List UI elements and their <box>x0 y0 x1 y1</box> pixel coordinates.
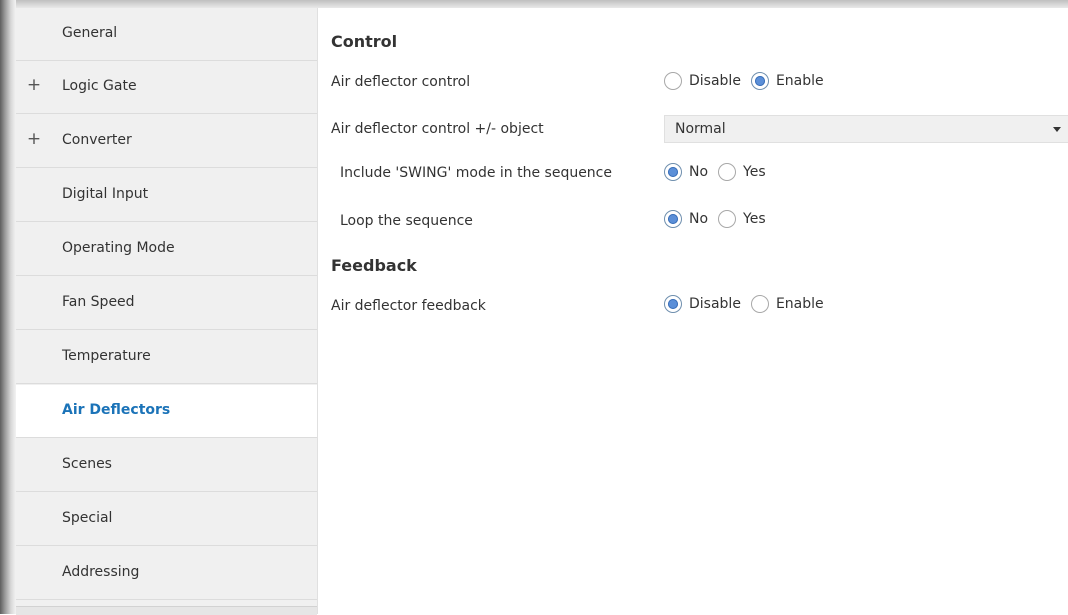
sidebar-item-scenes[interactable]: Scenes <box>16 439 317 492</box>
radio-unchecked-icon[interactable] <box>664 72 682 90</box>
param-label-deflector-control: Air deflector control <box>331 74 471 90</box>
sidebar-item-label: Logic Gate <box>62 78 137 94</box>
radio-group-deflector-feedback: Disable Enable <box>664 295 834 313</box>
sidebar-item-label: Air Deflectors <box>62 402 171 418</box>
sidebar-item-fan-speed[interactable]: Fan Speed <box>16 277 317 330</box>
radio-disable[interactable]: Disable <box>664 72 741 90</box>
radio-label: No <box>689 164 709 180</box>
radio-label: Yes <box>743 211 766 227</box>
sidebar-item-label: Scenes <box>62 456 112 472</box>
radio-yes[interactable]: Yes <box>718 210 766 228</box>
param-label-deflector-feedback: Air deflector feedback <box>331 298 486 314</box>
radio-unchecked-icon[interactable] <box>718 163 737 181</box>
sidebar-item-special[interactable]: Special <box>16 493 317 546</box>
radio-checked-icon[interactable] <box>664 163 682 181</box>
section-title-control: Control <box>331 32 398 51</box>
caret-down-icon <box>1053 127 1061 132</box>
sidebar-item-label: Operating Mode <box>62 240 175 256</box>
sidebar-item-logic-gate[interactable]: + Logic Gate <box>16 61 317 114</box>
app-window: General + Logic Gate + Converter Digital… <box>0 0 1068 615</box>
radio-yes[interactable]: Yes <box>718 163 766 181</box>
section-title-feedback: Feedback <box>331 256 417 275</box>
sidebar-item-label: General <box>62 25 118 41</box>
sidebar-item-label: Special <box>62 510 113 526</box>
sidebar-item-air-deflectors[interactable]: Air Deflectors <box>16 385 317 438</box>
radio-group-loop: No Yes <box>664 210 776 228</box>
sidebar-item-label: Digital Input <box>62 186 149 202</box>
parameter-panel: Control Air deflector control Disable En… <box>317 8 1068 614</box>
radio-unchecked-icon[interactable] <box>718 210 737 228</box>
radio-enable[interactable]: Enable <box>750 72 824 90</box>
radio-disable[interactable]: Disable <box>664 295 741 313</box>
sidebar-item-general[interactable]: General <box>16 8 317 61</box>
radio-checked-icon[interactable] <box>750 72 769 90</box>
radio-group-swing: No Yes <box>664 163 776 181</box>
radio-label: Disable <box>689 73 741 89</box>
param-label-swing: Include 'SWING' mode in the sequence <box>340 165 612 181</box>
radio-checked-icon[interactable] <box>664 210 682 228</box>
radio-no[interactable]: No <box>664 210 708 228</box>
window-frame-left <box>0 0 16 614</box>
expand-plus-icon[interactable]: + <box>26 75 42 95</box>
sidebar-item-operating-mode[interactable]: Operating Mode <box>16 223 317 276</box>
radio-label: Enable <box>775 73 824 89</box>
sidebar-item-label: Fan Speed <box>62 294 135 310</box>
window-frame-top <box>0 0 1068 8</box>
sidebar-item-temperature[interactable]: Temperature <box>16 331 317 384</box>
sidebar-item-digital-input[interactable]: Digital Input <box>16 169 317 222</box>
radio-label: No <box>689 211 709 227</box>
radio-group-deflector-control: Disable Enable <box>664 72 834 90</box>
radio-checked-icon[interactable] <box>664 295 682 313</box>
sidebar: General + Logic Gate + Converter Digital… <box>16 8 318 615</box>
sidebar-item-addressing[interactable]: Addressing <box>16 547 317 600</box>
radio-label: Yes <box>743 164 766 180</box>
pm-object-dropdown[interactable]: Normal <box>664 115 1068 143</box>
radio-enable[interactable]: Enable <box>750 295 824 313</box>
radio-unchecked-icon[interactable] <box>750 295 769 313</box>
param-label-loop: Loop the sequence <box>340 213 473 229</box>
sidebar-item-label: Converter <box>62 132 132 148</box>
sidebar-item-label: Addressing <box>62 564 140 580</box>
radio-no[interactable]: No <box>664 163 708 181</box>
sidebar-item-label: Temperature <box>62 348 151 364</box>
radio-label: Disable <box>689 296 741 312</box>
expand-plus-icon[interactable]: + <box>26 129 42 149</box>
dropdown-value: Normal <box>675 121 726 137</box>
param-label-pm-object: Air deflector control +/- object <box>331 121 544 137</box>
sidebar-item-converter[interactable]: + Converter <box>16 115 317 168</box>
radio-label: Enable <box>775 296 824 312</box>
